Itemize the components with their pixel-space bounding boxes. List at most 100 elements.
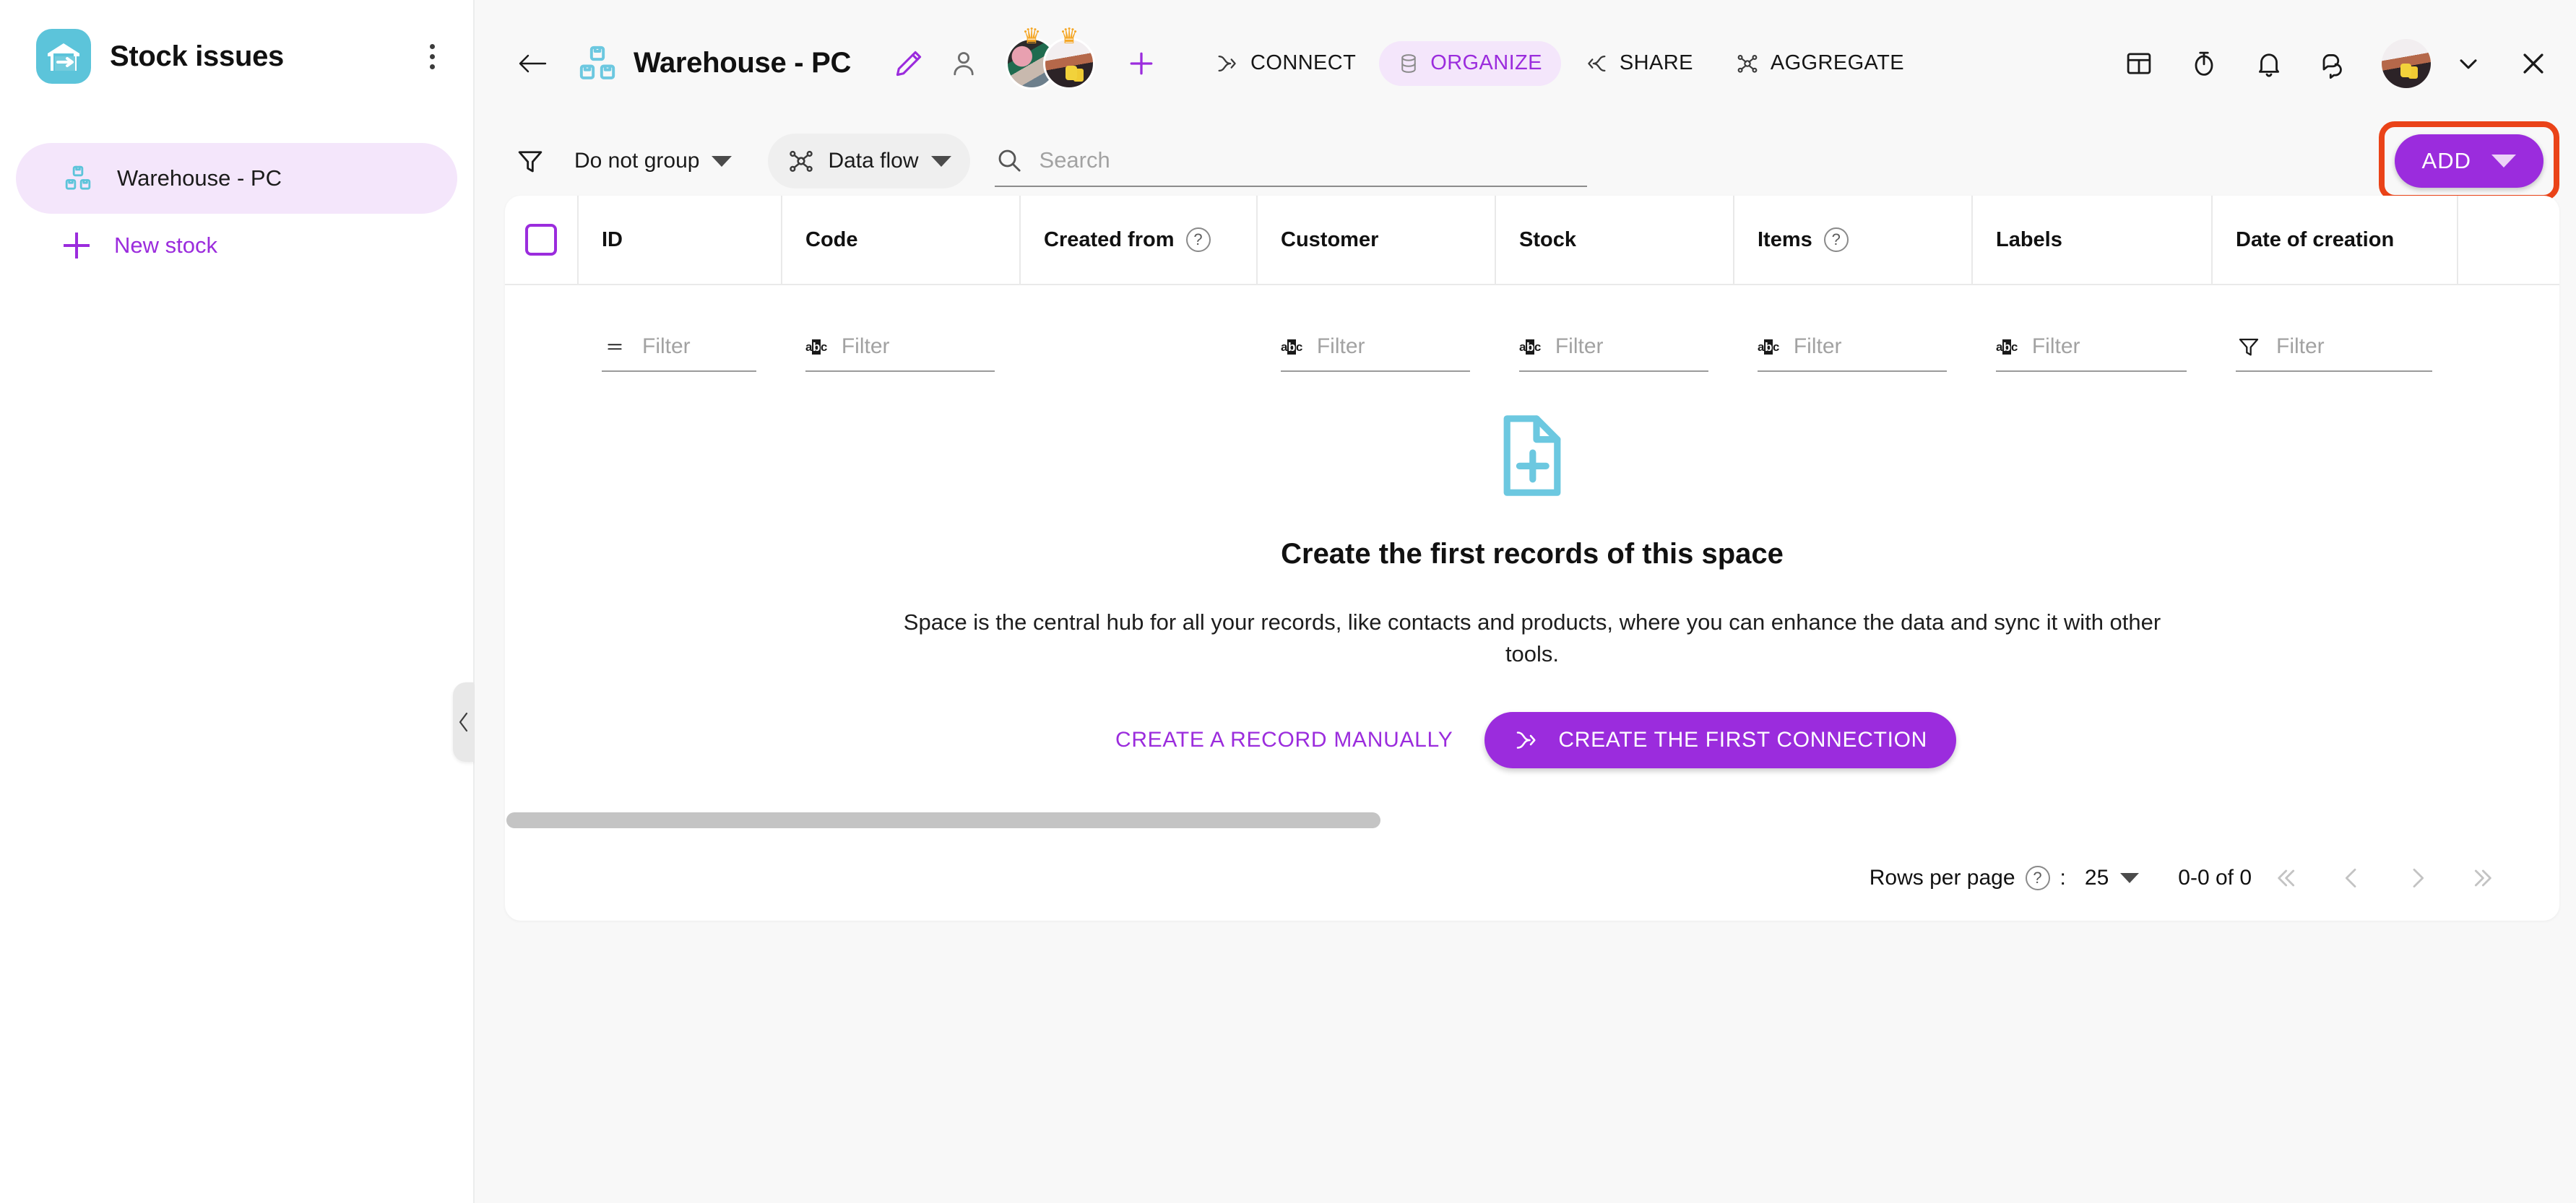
crown-icon: ♛ bbox=[1059, 24, 1079, 48]
chevron-down-icon[interactable] bbox=[2441, 36, 2496, 91]
member-avatars[interactable]: ♛ ♛ bbox=[1006, 25, 1096, 90]
filter-cell-code[interactable]: abc Filter bbox=[782, 285, 1021, 372]
tab-aggregate[interactable]: AGGREGATE bbox=[1716, 41, 1923, 86]
equals-icon bbox=[602, 337, 628, 356]
chat-bubbles-icon[interactable] bbox=[2307, 36, 2361, 91]
tab-organize[interactable]: ORGANIZE bbox=[1379, 40, 1561, 86]
filter-placeholder: Filter bbox=[642, 334, 691, 358]
chevron-right-icon bbox=[2413, 868, 2424, 888]
column-header-id[interactable]: ID bbox=[579, 196, 782, 284]
filter-cell-date-of-creation[interactable]: Filter bbox=[2213, 285, 2458, 372]
database-icon bbox=[1398, 51, 1419, 76]
search-box[interactable] bbox=[994, 135, 1587, 187]
create-first-connection-button[interactable]: CREATE THE FIRST CONNECTION bbox=[1484, 712, 1957, 769]
sidebar-new-stock-label: New stock bbox=[114, 233, 217, 258]
column-header-date-of-creation[interactable]: Date of creation bbox=[2213, 196, 2458, 284]
add-button[interactable]: ADD bbox=[2394, 134, 2543, 188]
tab-connect[interactable]: CONNECT bbox=[1196, 41, 1375, 86]
abc-icon: abc bbox=[1281, 339, 1302, 355]
select-all-cell bbox=[505, 196, 579, 284]
filter-placeholder: Filter bbox=[841, 334, 890, 358]
select-all-checkbox[interactable] bbox=[525, 224, 557, 256]
first-page-button[interactable] bbox=[2252, 845, 2318, 911]
sidebar-new-stock-button[interactable]: New stock bbox=[16, 214, 457, 277]
member-avatar-2[interactable]: ♛ bbox=[1043, 25, 1096, 90]
last-page-button[interactable] bbox=[2451, 845, 2517, 911]
pencil-icon bbox=[896, 51, 922, 76]
add-button-label: ADD bbox=[2421, 148, 2471, 173]
data-flow-icon bbox=[787, 147, 816, 175]
funnel-icon bbox=[2236, 334, 2262, 359]
aggregate-icon bbox=[1735, 51, 1760, 76]
boxes-icon bbox=[577, 43, 618, 84]
column-header-labels[interactable]: Labels bbox=[1973, 196, 2213, 284]
column-header-label: Stock bbox=[1519, 227, 1576, 251]
help-icon[interactable]: ? bbox=[1185, 227, 1211, 252]
filter-cell-items[interactable]: abc Filter bbox=[1734, 285, 1973, 372]
search-input[interactable] bbox=[1039, 147, 1587, 173]
double-chevron-left-icon bbox=[2278, 869, 2295, 887]
app-title: Stock issues bbox=[110, 40, 284, 72]
filter-cell-stock[interactable]: abc Filter bbox=[1496, 285, 1734, 372]
group-by-label: Do not group bbox=[574, 149, 700, 173]
sidebar-item-warehouse-pc[interactable]: Warehouse - PC bbox=[16, 143, 457, 214]
back-button[interactable] bbox=[505, 36, 560, 91]
funnel-icon[interactable] bbox=[505, 136, 556, 186]
filter-cell-customer[interactable]: abc Filter bbox=[1258, 285, 1496, 372]
column-header-created-from[interactable]: Created from ? bbox=[1021, 196, 1258, 284]
add-button-highlight: ADD bbox=[2378, 121, 2559, 201]
help-icon[interactable]: ? bbox=[2025, 866, 2050, 890]
filter-placeholder: Filter bbox=[2276, 334, 2325, 358]
plus-icon bbox=[1130, 52, 1153, 74]
sidebar-collapse-handle[interactable] bbox=[453, 682, 474, 762]
caret-down-icon bbox=[930, 155, 951, 167]
horizontal-scrollbar[interactable] bbox=[506, 812, 1380, 828]
stopwatch-icon[interactable] bbox=[2177, 36, 2231, 91]
column-header-stock[interactable]: Stock bbox=[1496, 196, 1734, 284]
warehouse-icon bbox=[36, 29, 91, 84]
column-header-label: Labels bbox=[1996, 227, 2062, 251]
next-page-button[interactable] bbox=[2385, 845, 2451, 911]
column-header-code[interactable]: Code bbox=[782, 196, 1021, 284]
chevron-left-icon bbox=[459, 712, 467, 732]
layout-panel-icon[interactable] bbox=[2112, 36, 2166, 91]
rows-per-page-dropdown[interactable]: 25 bbox=[2084, 866, 2140, 890]
empty-state-description: Space is the central hub for all your re… bbox=[903, 609, 2161, 667]
edit-title-button[interactable] bbox=[881, 36, 936, 91]
create-record-manually-button[interactable]: CREATE A RECORD MANUALLY bbox=[1108, 716, 1460, 764]
user-avatar[interactable] bbox=[2382, 38, 2431, 88]
bell-icon[interactable] bbox=[2242, 36, 2296, 91]
pagination-range: 0-0 of 0 bbox=[2178, 866, 2252, 890]
connect-icon bbox=[1215, 51, 1240, 76]
group-by-dropdown[interactable]: Do not group bbox=[556, 134, 751, 188]
view-dropdown[interactable]: Data flow bbox=[768, 134, 970, 188]
main-area: Warehouse - PC ♛ ♛ CONNECT ORGANIZE SHAR… bbox=[475, 0, 2576, 1203]
records-table-card: ID Code Created from ? Customer Stock It… bbox=[505, 196, 2559, 921]
column-header-items[interactable]: Items ? bbox=[1734, 196, 1973, 284]
prev-page-button[interactable] bbox=[2318, 845, 2385, 911]
filter-cell-check bbox=[505, 285, 579, 372]
arrow-left-icon bbox=[519, 54, 547, 72]
empty-state-actions: CREATE A RECORD MANUALLY CREATE THE FIRS… bbox=[1108, 712, 1957, 769]
empty-state-title: Create the first records of this space bbox=[1281, 538, 1784, 570]
add-member-button[interactable] bbox=[1114, 36, 1169, 91]
abc-icon: abc bbox=[1996, 339, 2018, 355]
filter-cell-id[interactable]: Filter bbox=[579, 285, 782, 372]
members-person-button[interactable] bbox=[936, 36, 991, 91]
top-toolbar: Warehouse - PC ♛ ♛ CONNECT ORGANIZE SHAR… bbox=[475, 0, 2576, 126]
help-icon[interactable]: ? bbox=[1823, 227, 1849, 252]
tab-connect-label: CONNECT bbox=[1250, 51, 1357, 74]
app-root: Stock issues Warehouse - PC New stock Wa… bbox=[0, 0, 2576, 1203]
column-header-extra[interactable] bbox=[2458, 196, 2559, 284]
filter-cell-labels[interactable]: abc Filter bbox=[1973, 285, 2213, 372]
column-header-label: Created from bbox=[1044, 227, 1175, 251]
column-header-label: Code bbox=[805, 227, 858, 251]
close-icon[interactable] bbox=[2506, 36, 2561, 91]
column-header-label: Customer bbox=[1281, 227, 1379, 251]
kebab-menu-icon[interactable] bbox=[415, 36, 449, 77]
tab-aggregate-label: AGGREGATE bbox=[1770, 51, 1904, 74]
tab-share[interactable]: SHARE bbox=[1565, 41, 1712, 86]
rows-per-page-value: 25 bbox=[2084, 866, 2109, 890]
column-header-customer[interactable]: Customer bbox=[1258, 196, 1496, 284]
filter-cell-extra bbox=[2458, 285, 2559, 372]
